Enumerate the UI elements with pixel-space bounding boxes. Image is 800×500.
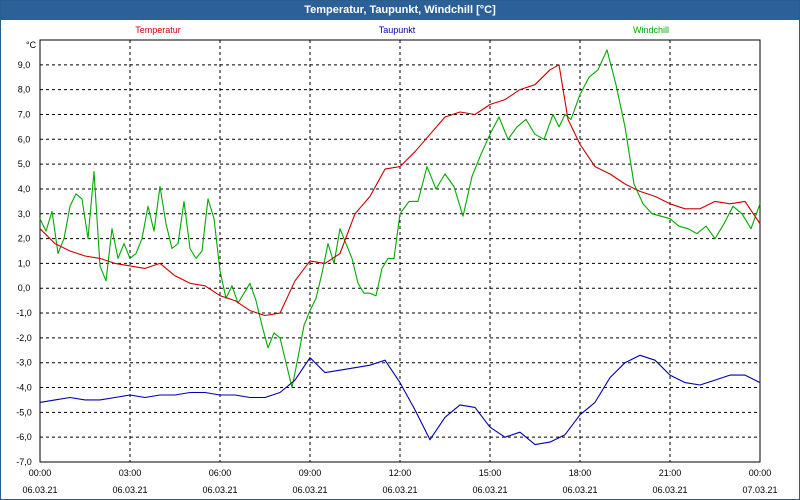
x-tick-time: 03:00 <box>119 468 142 478</box>
x-tick-date: 06.03.21 <box>202 485 237 495</box>
y-tick-label: -2,0 <box>16 333 32 343</box>
legend-temperatur: Temperatur <box>135 25 181 35</box>
x-tick-time: 00:00 <box>749 468 772 478</box>
y-tick-label: -3,0 <box>16 358 32 368</box>
x-tick-date: 06.03.21 <box>652 485 687 495</box>
y-axis-unit: °C <box>26 40 37 50</box>
x-tick-date: 06.03.21 <box>472 485 507 495</box>
x-tick-date: 07.03.21 <box>742 485 777 495</box>
x-tick-time: 21:00 <box>659 468 682 478</box>
x-tick-time: 06:00 <box>209 468 232 478</box>
x-tick-date: 06.03.21 <box>22 485 57 495</box>
y-tick-label: 2,0 <box>18 234 31 244</box>
line-chart: 9,0 8,0 7,0 6,0 5,0 4,0 3,0 2,0 1,0 0,0 -1,0 -2,0 -3… <box>16 25 777 495</box>
y-tick-label: -4,0 <box>16 383 32 393</box>
x-tick-time: 15:00 <box>479 468 502 478</box>
legend-taupunkt: Taupunkt <box>379 25 416 35</box>
y-tick-label: -5,0 <box>16 407 32 417</box>
y-tick-label: 8,0 <box>18 85 31 95</box>
y-tick-label: -6,0 <box>16 432 32 442</box>
x-tick-date: 06.03.21 <box>112 485 147 495</box>
x-tick-time: 09:00 <box>299 468 322 478</box>
y-tick-label: 5,0 <box>18 159 31 169</box>
x-tick-time: 12:00 <box>389 468 412 478</box>
x-tick-date: 06.03.21 <box>382 485 417 495</box>
y-tick-label: 3,0 <box>18 209 31 219</box>
legend-windchill: Windchill <box>633 25 669 35</box>
x-tick-date: 06.03.21 <box>562 485 597 495</box>
y-tick-label: 7,0 <box>18 109 31 119</box>
y-tick-label: -1,0 <box>16 308 32 318</box>
x-tick-date: 06.03.21 <box>292 485 327 495</box>
y-tick-label: 9,0 <box>18 60 31 70</box>
y-tick-label: 0,0 <box>18 283 31 293</box>
x-tick-time: 18:00 <box>569 468 592 478</box>
y-tick-label: 4,0 <box>18 184 31 194</box>
y-tick-label: 6,0 <box>18 134 31 144</box>
y-tick-label: 1,0 <box>18 258 31 268</box>
x-tick-time: 00:00 <box>29 468 52 478</box>
y-tick-label: -7,0 <box>16 457 32 467</box>
